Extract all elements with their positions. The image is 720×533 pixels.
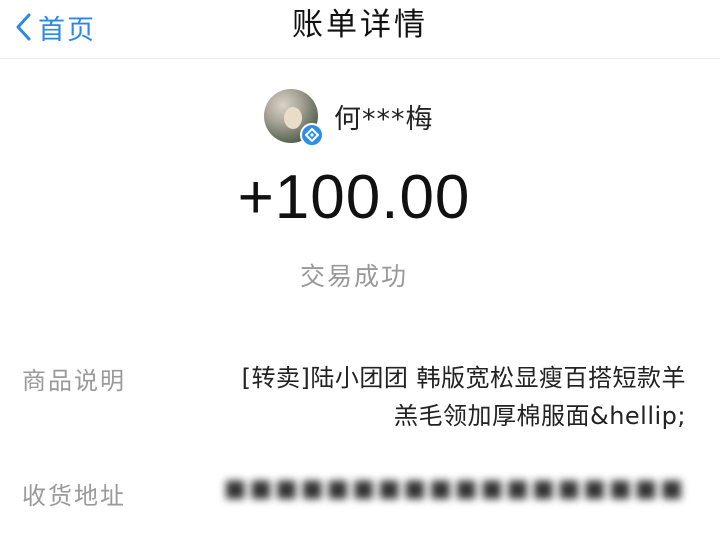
transaction-amount: +100.00 — [237, 163, 471, 232]
avatar[interactable] — [264, 89, 324, 147]
goods-description-label: 商品说明 — [22, 367, 126, 395]
avatar-face — [284, 107, 302, 129]
shipping-address-row: 收货地址 ■■■■■■■■■■■■■■■■■■ — [22, 470, 686, 510]
goods-description-value[interactable]: [转卖]陆小团团 韩版宽松显瘦百搭短款羊 羔毛领加厚棉服面&hellip; — [166, 359, 686, 435]
transaction-status: 交易成功 — [299, 262, 408, 291]
nav-bar: 首页 账单详情 — [0, 0, 720, 59]
goods-description-row: 商品说明 [转卖]陆小团团 韩版宽松显瘦百搭短款羊 羔毛领加厚棉服面&helli… — [22, 359, 686, 439]
verified-badge-icon — [300, 123, 324, 147]
goods-description-line-1: [转卖]陆小团团 韩版宽松显瘦百搭短款羊 — [241, 364, 686, 392]
payer-name: 何***梅 — [334, 103, 434, 135]
shipping-address-label: 收货地址 — [22, 482, 126, 510]
payer-info: 何***梅 — [264, 89, 434, 147]
page-title: 账单详情 — [292, 7, 428, 43]
shipping-address-value-redacted: ■■■■■■■■■■■■■■■■■■ — [223, 474, 686, 502]
goods-description-line-2: 羔毛领加厚棉服面&hellip; — [393, 402, 686, 430]
